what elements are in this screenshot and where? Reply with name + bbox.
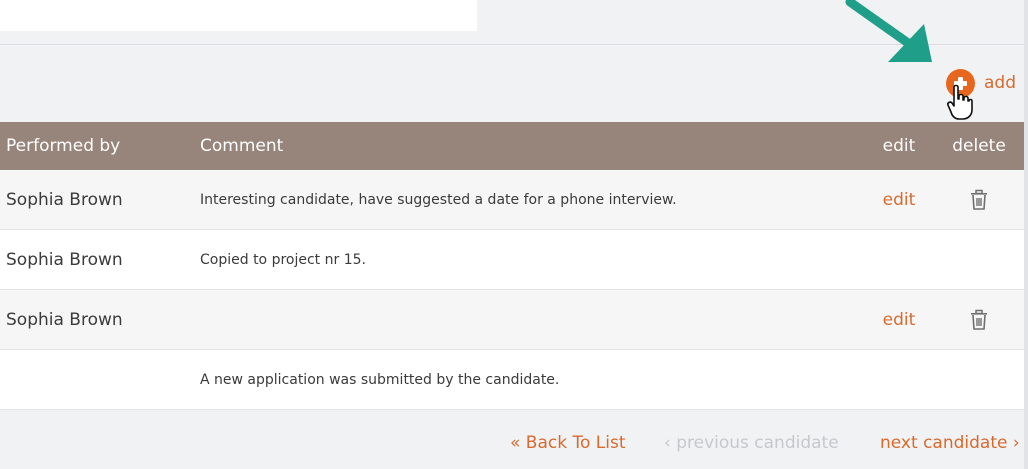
trash-icon[interactable] [969,189,989,211]
add-label: add [984,73,1016,93]
back-to-list-link[interactable]: « Back To List [510,433,626,453]
table-row: Sophia Brown edit [0,290,1024,350]
performed-by-cell: Sophia Brown [6,189,123,210]
pagination-nav: « Back To List ‹ previous candidate next… [0,433,1028,457]
activity-table: Performed by Comment edit delete Sophia … [0,122,1024,410]
column-header-edit: edit [882,136,916,156]
performed-by-cell: Sophia Brown [6,309,123,330]
hand-cursor-icon [947,84,973,120]
scrollbar-edge [1024,0,1028,469]
edit-link[interactable]: edit [883,190,916,210]
comment-cell: A new application was submitted by the c… [200,371,560,388]
table-header: Performed by Comment edit delete [0,122,1024,170]
column-header-comment: Comment [200,136,284,156]
arrow-icon [845,0,932,62]
top-card [0,0,477,31]
column-header-performed-by: Performed by [6,136,121,156]
comment-cell: Interesting candidate, have suggested a … [200,191,677,208]
comment-cell: Copied to project nr 15. [200,251,366,268]
next-candidate-link[interactable]: next candidate › [880,433,1020,453]
table-row: A new application was submitted by the c… [0,350,1024,410]
candidate-activity-page: add Performed by Comment edit delete Sop… [0,0,1028,469]
trash-icon[interactable] [969,309,989,331]
table-row: Sophia Brown Interesting candidate, have… [0,170,1024,230]
column-header-delete: delete [952,136,1006,156]
table-row: Sophia Brown Copied to project nr 15. [0,230,1024,290]
previous-candidate-link: ‹ previous candidate [664,433,839,453]
edit-link[interactable]: edit [883,310,916,330]
performed-by-cell: Sophia Brown [6,249,123,270]
